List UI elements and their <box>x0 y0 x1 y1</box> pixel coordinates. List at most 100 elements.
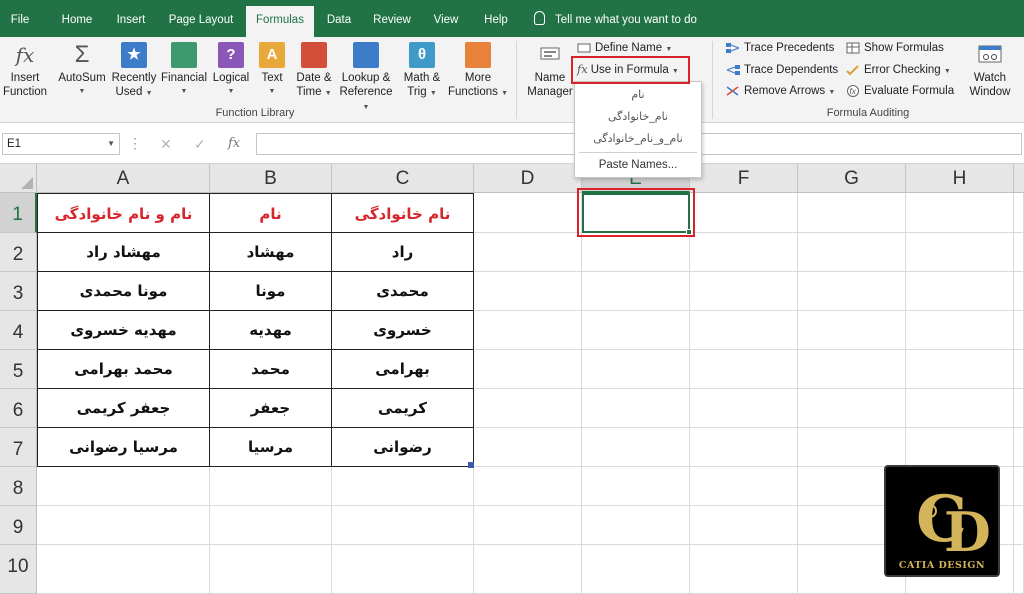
row-header-8[interactable]: 8 <box>0 467 37 506</box>
cell-b2[interactable]: مهشاد <box>210 233 332 272</box>
worksheet-grid[interactable]: A B C D E F G H 1 2 3 4 5 6 7 8 9 10 نام… <box>0 164 1024 594</box>
cell-g2[interactable] <box>798 233 906 272</box>
cell-d6[interactable] <box>474 389 582 428</box>
fill-handle[interactable] <box>686 229 692 235</box>
cell-f9[interactable] <box>690 506 798 545</box>
cell-d9[interactable] <box>474 506 582 545</box>
cell-b5[interactable]: محمد <box>210 350 332 389</box>
tab-home[interactable]: Home <box>56 0 98 37</box>
cell-i1[interactable] <box>1014 193 1024 233</box>
cell-a1[interactable]: نام و نام خانوادگی <box>37 193 210 233</box>
cell-d8[interactable] <box>474 467 582 506</box>
cell-h2[interactable] <box>906 233 1014 272</box>
autosum-button[interactable]: Σ AutoSum ▼ <box>56 39 108 99</box>
cell-i6[interactable] <box>1014 389 1024 428</box>
cell-g7[interactable] <box>798 428 906 467</box>
cell-h6[interactable] <box>906 389 1014 428</box>
cell-h7[interactable] <box>906 428 1014 467</box>
cell-b9[interactable] <box>210 506 332 545</box>
table-resize-handle[interactable] <box>468 462 474 468</box>
cell-a6[interactable]: جعفر کریمی <box>37 389 210 428</box>
cell-b8[interactable] <box>210 467 332 506</box>
row-header-2[interactable]: 2 <box>0 233 37 272</box>
cell-d3[interactable] <box>474 272 582 311</box>
row-header-9[interactable]: 9 <box>0 506 37 545</box>
cell-i4[interactable] <box>1014 311 1024 350</box>
cell-i5[interactable] <box>1014 350 1024 389</box>
date-time-button[interactable]: Date & Time ▼ <box>292 39 336 101</box>
show-formulas-button[interactable]: Show Formulas <box>846 38 944 58</box>
tell-me-search[interactable]: Tell me what you want to do <box>534 0 697 37</box>
column-header-g[interactable]: G <box>798 164 906 193</box>
row-header-10[interactable]: 10 <box>0 545 37 594</box>
trace-dependents-button[interactable]: Trace Dependents <box>726 60 838 80</box>
cell-b3[interactable]: مونا <box>210 272 332 311</box>
cell-i7[interactable] <box>1014 428 1024 467</box>
cell-h3[interactable] <box>906 272 1014 311</box>
cell-f3[interactable] <box>690 272 798 311</box>
enter-icon[interactable]: ✓ <box>194 136 206 153</box>
select-all-button[interactable] <box>0 164 37 193</box>
row-header-7[interactable]: 7 <box>0 428 37 467</box>
cell-c10[interactable] <box>332 545 474 594</box>
cell-f7[interactable] <box>690 428 798 467</box>
cell-c1[interactable]: نام خانوادگی <box>332 193 474 233</box>
tab-file[interactable]: File <box>0 0 40 37</box>
row-header-3[interactable]: 3 <box>0 272 37 311</box>
cell-d5[interactable] <box>474 350 582 389</box>
logical-button[interactable]: ? Logical ▼ <box>210 39 252 99</box>
cell-f6[interactable] <box>690 389 798 428</box>
cell-a9[interactable] <box>37 506 210 545</box>
cell-i8[interactable] <box>1014 467 1024 506</box>
row-header-1[interactable]: 1 <box>0 193 37 233</box>
cell-g4[interactable] <box>798 311 906 350</box>
cell-f5[interactable] <box>690 350 798 389</box>
cell-a3[interactable]: مونا محمدی <box>37 272 210 311</box>
column-header-d[interactable]: D <box>474 164 582 193</box>
cell-g6[interactable] <box>798 389 906 428</box>
cell-b7[interactable]: مرسیا <box>210 428 332 467</box>
cell-f8[interactable] <box>690 467 798 506</box>
cell-c4[interactable]: خسروی <box>332 311 474 350</box>
cell-h4[interactable] <box>906 311 1014 350</box>
cell-f10[interactable] <box>690 545 798 594</box>
cell-g5[interactable] <box>798 350 906 389</box>
cell-b10[interactable] <box>210 545 332 594</box>
menu-item-full-name[interactable]: نام_و_نام_خانوادگی <box>575 128 701 150</box>
column-header-a[interactable]: A <box>37 164 210 193</box>
cell-c2[interactable]: راد <box>332 233 474 272</box>
row-header-6[interactable]: 6 <box>0 389 37 428</box>
column-header-h[interactable]: H <box>906 164 1014 193</box>
evaluate-formula-button[interactable]: fx Evaluate Formula <box>846 81 954 101</box>
cell-f1[interactable] <box>690 193 798 233</box>
cell-i3[interactable] <box>1014 272 1024 311</box>
row-header-5[interactable]: 5 <box>0 350 37 389</box>
name-manager-button[interactable]: Name Manager <box>524 39 576 99</box>
cell-c7[interactable]: رضوانی <box>332 428 474 467</box>
more-functions-button[interactable]: More Functions ▼ <box>446 39 510 101</box>
cell-e2[interactable] <box>582 233 690 272</box>
column-header-b[interactable]: B <box>210 164 332 193</box>
cell-a8[interactable] <box>37 467 210 506</box>
tab-data[interactable]: Data <box>320 0 358 37</box>
recently-used-button[interactable]: ★ Recently Used ▼ <box>110 39 158 101</box>
tab-view[interactable]: View <box>426 0 466 37</box>
cell-b1[interactable]: نام <box>210 193 332 233</box>
cell-e7[interactable] <box>582 428 690 467</box>
trace-precedents-button[interactable]: Trace Precedents <box>726 38 834 58</box>
tab-review[interactable]: Review <box>368 0 416 37</box>
tab-formulas[interactable]: Formulas <box>246 6 314 37</box>
cell-h1[interactable] <box>906 193 1014 233</box>
menu-item-family-name[interactable]: نام_خانوادگی <box>575 106 701 128</box>
cell-i2[interactable] <box>1014 233 1024 272</box>
define-name-button[interactable]: Define Name ▼ <box>577 38 672 58</box>
cell-e6[interactable] <box>582 389 690 428</box>
cell-a2[interactable]: مهشاد راد <box>37 233 210 272</box>
paste-names-item[interactable]: Paste Names... <box>575 154 701 176</box>
cell-e8[interactable] <box>582 467 690 506</box>
tab-help[interactable]: Help <box>476 0 516 37</box>
cell-c8[interactable] <box>332 467 474 506</box>
column-header-i[interactable] <box>1014 164 1024 193</box>
row-header-4[interactable]: 4 <box>0 311 37 350</box>
cell-c3[interactable]: محمدی <box>332 272 474 311</box>
